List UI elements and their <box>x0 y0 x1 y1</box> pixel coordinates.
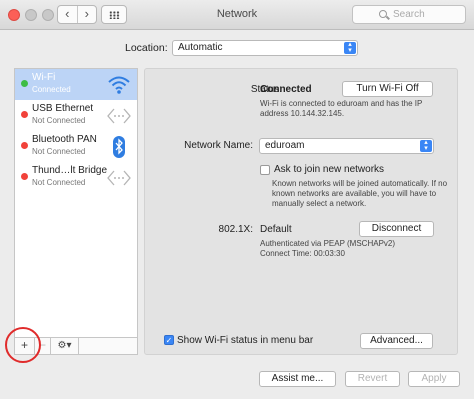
ask-to-join-checkbox[interactable] <box>260 165 270 175</box>
status-dot <box>21 80 28 87</box>
search-placeholder: Search <box>393 9 425 20</box>
dot1x-auth-description: Authenticated via PEAP (MSCHAPv2) <box>260 239 396 248</box>
disconnect-button[interactable]: Disconnect <box>359 221 434 237</box>
assist-me-button[interactable]: Assist me... <box>259 371 336 387</box>
ask-to-join-label: Ask to join new networks <box>274 164 385 175</box>
service-status: Not Connected <box>32 116 86 125</box>
sidebar-item-wifi[interactable]: Wi-Fi Connected <box>15 69 137 100</box>
turn-wifi-off-button[interactable]: Turn Wi-Fi Off <box>342 81 433 97</box>
show-wifi-status-checkbox[interactable]: ✓ <box>164 335 174 345</box>
service-status: Not Connected <box>32 178 86 187</box>
status-description: Wi-Fi is connected to eduroam and has th… <box>260 99 423 118</box>
service-name: Wi-Fi <box>32 72 56 83</box>
title-bar: ‹ › Network Search <box>0 0 474 30</box>
dot1x-label: 802.1X: <box>218 224 253 235</box>
service-name: Thund…lt Bridge <box>32 165 108 176</box>
dot1x-value: Default <box>260 224 292 235</box>
chevron-updown-icon: ▴ ▾ <box>344 41 356 54</box>
sidebar-item-thunderbolt-bridge[interactable]: Thund…lt Bridge Not Connected <box>15 162 137 193</box>
location-value: Automatic <box>178 42 223 53</box>
wifi-icon <box>108 76 130 94</box>
sidebar-item-usb-ethernet[interactable]: USB Ethernet Not Connected <box>15 100 137 131</box>
search-field[interactable]: Search <box>352 5 466 24</box>
service-name: USB Ethernet <box>32 103 94 114</box>
service-status: Connected <box>32 85 71 94</box>
location-select[interactable]: Automatic ▴ ▾ <box>172 40 358 56</box>
status-dot <box>21 142 28 149</box>
revert-button[interactable]: Revert <box>345 371 400 387</box>
location-label: Location: <box>125 42 168 54</box>
search-icon <box>379 10 387 18</box>
ethernet-icon <box>107 108 131 124</box>
network-name-value: eduroam <box>265 140 305 151</box>
network-name-select[interactable]: eduroam ▴ ▾ <box>259 138 434 154</box>
detail-panel: Status: Connected Turn Wi-Fi Off Wi-Fi i… <box>144 68 458 355</box>
status-dot <box>21 111 28 118</box>
status-dot <box>21 173 28 180</box>
ask-to-join-description: Known networks will be joined automatica… <box>272 179 448 208</box>
service-status: Not Connected <box>32 147 86 156</box>
bluetooth-icon <box>113 136 125 158</box>
service-name: Bluetooth PAN <box>32 134 97 145</box>
service-list: Wi-Fi Connected USB Ethernet Not Connect… <box>14 68 138 338</box>
highlight-circle <box>5 327 41 363</box>
chevron-updown-icon: ▴ ▾ <box>420 139 432 152</box>
dot1x-connect-time: Connect Time: 00:03:30 <box>260 249 345 258</box>
network-name-label: Network Name: <box>184 140 253 151</box>
apply-button[interactable]: Apply <box>408 371 460 387</box>
sidebar-item-bluetooth-pan[interactable]: Bluetooth PAN Not Connected <box>15 131 137 162</box>
thunderbolt-bridge-icon <box>107 170 131 186</box>
gear-menu-button[interactable]: ⚙▾ <box>51 338 79 354</box>
show-wifi-status-label: Show Wi-Fi status in menu bar <box>177 335 314 346</box>
advanced-button[interactable]: Advanced... <box>360 333 433 349</box>
status-value: Connected <box>260 84 312 95</box>
